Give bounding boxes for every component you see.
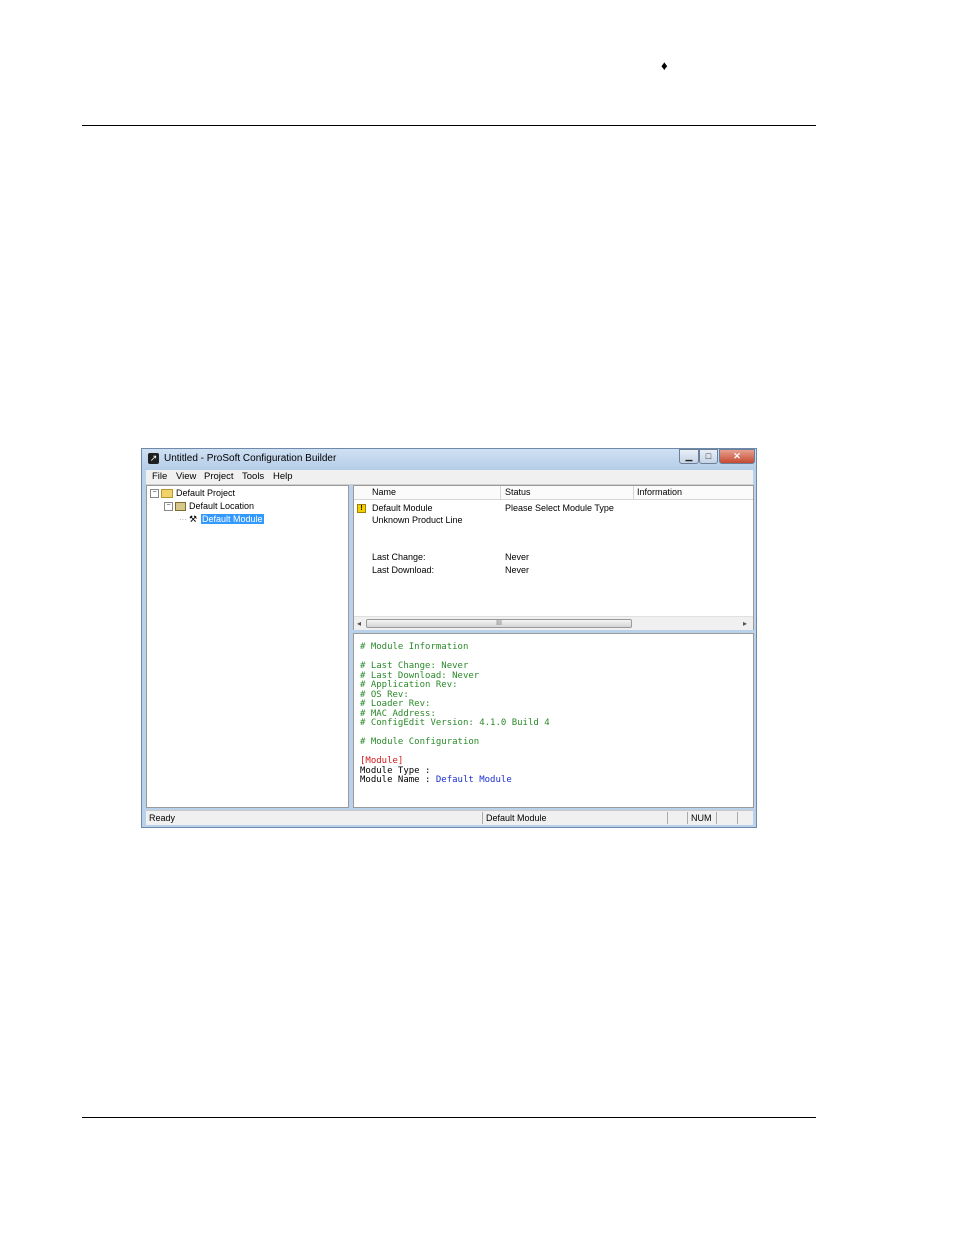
tree-item-label: Default Module <box>201 514 264 524</box>
scroll-right-icon[interactable]: ▸ <box>743 617 747 630</box>
column-header-name[interactable]: Name <box>372 487 396 497</box>
tree-item-label: Default Location <box>189 501 255 511</box>
list-item-name[interactable]: Default Module <box>372 503 433 513</box>
config-info-line: # ConfigEdit Version: 4.1.0 Build 4 <box>360 718 550 728</box>
config-module-name-line: Module Name : Default Module <box>360 775 512 786</box>
collapse-icon[interactable]: − <box>150 489 159 499</box>
column-header-information[interactable]: Information <box>637 487 682 497</box>
header-rule <box>82 125 816 126</box>
module-icon: ⚒ <box>189 514 198 525</box>
list-item-name: Last Download: <box>372 565 435 575</box>
module-list: Name Status Information ! Default Module… <box>353 485 754 630</box>
menu-help[interactable]: Help <box>273 471 293 482</box>
config-module-name-value[interactable]: Default Module <box>436 775 512 785</box>
close-button[interactable]: ✕ <box>719 449 755 464</box>
status-bar: Ready Default Module NUM <box>146 810 753 825</box>
menu-project[interactable]: Project <box>204 471 234 482</box>
column-header-status[interactable]: Status <box>505 487 531 497</box>
status-num: NUM <box>691 813 712 823</box>
status-divider <box>737 812 738 824</box>
config-section-config: # Module Configuration <box>360 737 480 747</box>
tree-connector: ··· <box>179 515 187 524</box>
footer-rule <box>82 1117 816 1118</box>
scroll-left-icon[interactable]: ◂ <box>357 617 361 630</box>
folder-icon <box>161 489 173 499</box>
list-item-status: Please Select Module Type <box>505 503 614 513</box>
maximize-button[interactable]: □ <box>699 449 718 464</box>
tree-item-project[interactable]: − Default Project <box>150 488 236 499</box>
list-item-name: Last Change: <box>372 552 426 562</box>
column-divider[interactable] <box>633 486 634 499</box>
tree-item-location[interactable]: − Default Location <box>164 501 255 512</box>
status-module: Default Module <box>486 813 547 823</box>
horizontal-scrollbar[interactable]: ◂ III ▸ <box>354 616 753 630</box>
location-icon <box>175 502 186 512</box>
title-bar: ↗ Untitled - ProSoft Configuration Build… <box>142 449 756 470</box>
app-logo-icon: ↗ <box>148 453 159 464</box>
list-item-status: Never <box>505 552 530 562</box>
status-divider <box>482 812 483 824</box>
menu-bar: File View Project Tools Help <box>146 470 753 485</box>
tree-item-label: Default Project <box>176 488 236 498</box>
config-module-name-label: Module Name : <box>360 775 431 785</box>
menu-file[interactable]: File <box>152 471 167 482</box>
list-item-name: Unknown Product Line <box>372 515 463 525</box>
header-diamond-marker: ♦ <box>661 58 668 73</box>
collapse-icon[interactable]: − <box>164 502 173 512</box>
status-divider <box>687 812 688 824</box>
list-header: Name Status Information <box>354 486 753 500</box>
project-tree: − Default Project − Default Location ··· ⚒ D… <box>146 485 349 808</box>
scrollbar-thumb[interactable]: III <box>366 619 632 628</box>
config-editor[interactable]: # Module Information # Last Change: Neve… <box>353 633 754 808</box>
config-section-info: # Module Information <box>360 642 469 652</box>
window-title: Untitled - ProSoft Configuration Builder <box>164 453 337 464</box>
list-item-status: Never <box>505 565 530 575</box>
tree-item-module[interactable]: ··· ⚒ Default Module <box>179 514 264 525</box>
status-divider <box>667 812 668 824</box>
status-divider <box>716 812 717 824</box>
status-ready: Ready <box>149 813 176 823</box>
column-divider[interactable] <box>500 486 501 499</box>
menu-tools[interactable]: Tools <box>242 471 264 482</box>
menu-view[interactable]: View <box>176 471 196 482</box>
minimize-button[interactable]: ▁ <box>679 449 699 464</box>
app-window: ↗ Untitled - ProSoft Configuration Build… <box>141 448 757 828</box>
warning-icon: ! <box>357 504 366 513</box>
